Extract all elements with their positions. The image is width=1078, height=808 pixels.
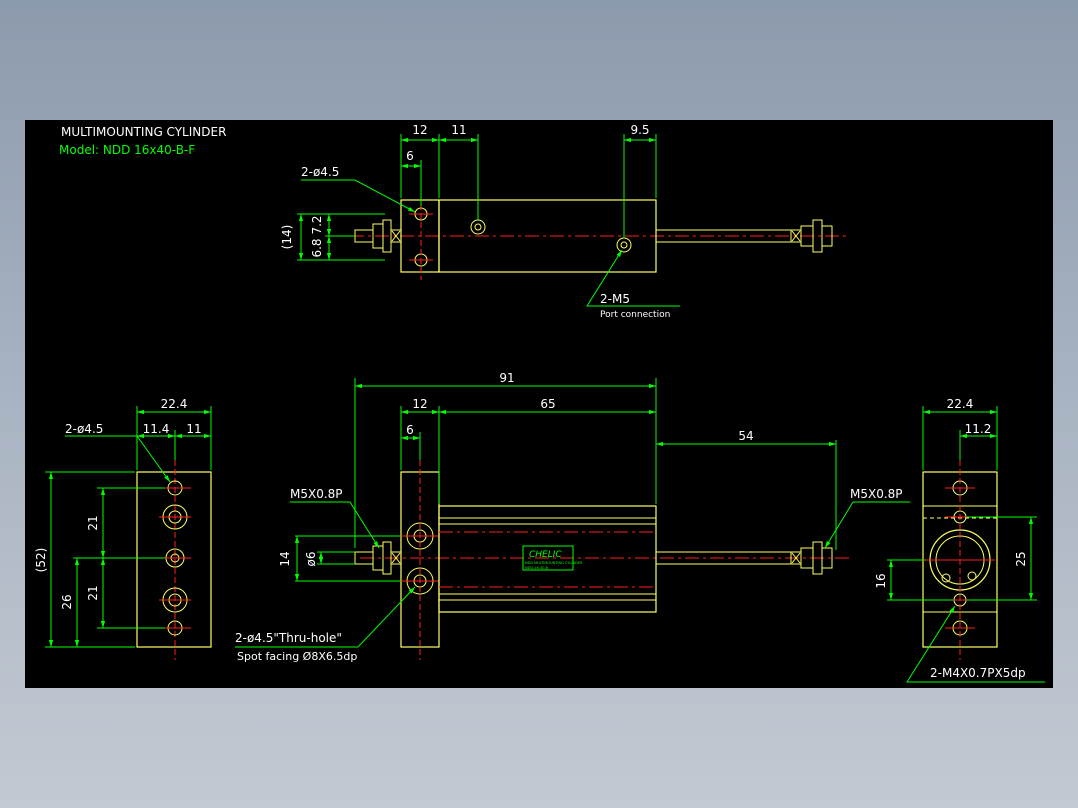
callout-thru-hole: 2-ø4.5"Thru-hole" bbox=[235, 631, 342, 645]
dim-left-11: 11 bbox=[186, 422, 201, 436]
dim-left-11.4: 11.4 bbox=[143, 422, 170, 436]
dim-right-11.2: 11.2 bbox=[965, 422, 992, 436]
dim-right-16: 16 bbox=[874, 573, 888, 588]
dim-left-26: 26 bbox=[60, 594, 74, 609]
callout-spot-facing: Spot facing Ø8X6.5dp bbox=[237, 650, 357, 663]
dim-top-11: 11 bbox=[451, 123, 466, 137]
dim-front-91: 91 bbox=[499, 371, 514, 385]
dim-top-6.8: 6.8 bbox=[310, 238, 324, 257]
left-end-view: 22.4 11.4 11 2-ø4.5 (52) 26 21 21 bbox=[34, 397, 212, 660]
dim-top-7.2: 7.2 bbox=[310, 215, 324, 234]
right-end-view: 22.4 11.2 25 16 2-M4X0.7PX5dp bbox=[874, 397, 1045, 683]
drawing-sheet: MULTIMOUNTING CYLINDER Model: NDD 16x40-… bbox=[25, 120, 1053, 688]
dim-top-9.5: 9.5 bbox=[630, 123, 649, 137]
nameplate-brand: CHELIC bbox=[529, 550, 562, 560]
drawing-title: MULTIMOUNTING CYLINDER bbox=[61, 125, 226, 139]
dim-top-12: 12 bbox=[412, 123, 427, 137]
dim-front-12: 12 bbox=[412, 397, 427, 411]
dim-front-6: 6 bbox=[406, 423, 414, 437]
callout-top-holes: 2-ø4.5 bbox=[301, 165, 339, 179]
dim-right-22.4: 22.4 bbox=[947, 397, 974, 411]
dim-left-21-lower: 21 bbox=[86, 585, 100, 600]
callout-right-thread: M5X0.8P bbox=[850, 487, 903, 501]
callout-left-thread: M5X0.8P bbox=[290, 487, 343, 501]
top-view: 12 11 9.5 6 2-ø4.5 2-M5 Port connection … bbox=[280, 123, 850, 320]
model-label: Model: NDD 16x40-B-F bbox=[59, 143, 195, 157]
dim-front-54: 54 bbox=[738, 429, 753, 443]
dim-front-65: 65 bbox=[540, 397, 555, 411]
dim-top-14: (14) bbox=[280, 225, 294, 250]
nameplate-line1: NDD MULTIMOUNTING CYLINDER bbox=[525, 561, 583, 565]
dim-top-6: 6 bbox=[406, 149, 414, 163]
callout-port: 2-M5 bbox=[600, 292, 630, 306]
dim-front-14: 14 bbox=[278, 551, 292, 566]
callout-left-holes: 2-ø4.5 bbox=[65, 422, 103, 436]
nameplate-line2: NDD-16-40-B bbox=[525, 566, 549, 570]
callout-port-note: Port connection bbox=[600, 310, 670, 320]
dim-front-phi6: ø6 bbox=[304, 552, 318, 567]
cad-drawing: MULTIMOUNTING CYLINDER Model: NDD 16x40-… bbox=[34, 123, 1045, 683]
dim-right-25: 25 bbox=[1014, 551, 1028, 566]
dim-left-22.4: 22.4 bbox=[161, 397, 188, 411]
dim-left-21-upper: 21 bbox=[86, 515, 100, 530]
dim-left-52: (52) bbox=[34, 548, 48, 573]
callout-tapped-holes: 2-M4X0.7PX5dp bbox=[930, 666, 1026, 680]
front-view: CHELIC NDD MULTIMOUNTING CYLINDER NDD-16… bbox=[235, 371, 910, 663]
